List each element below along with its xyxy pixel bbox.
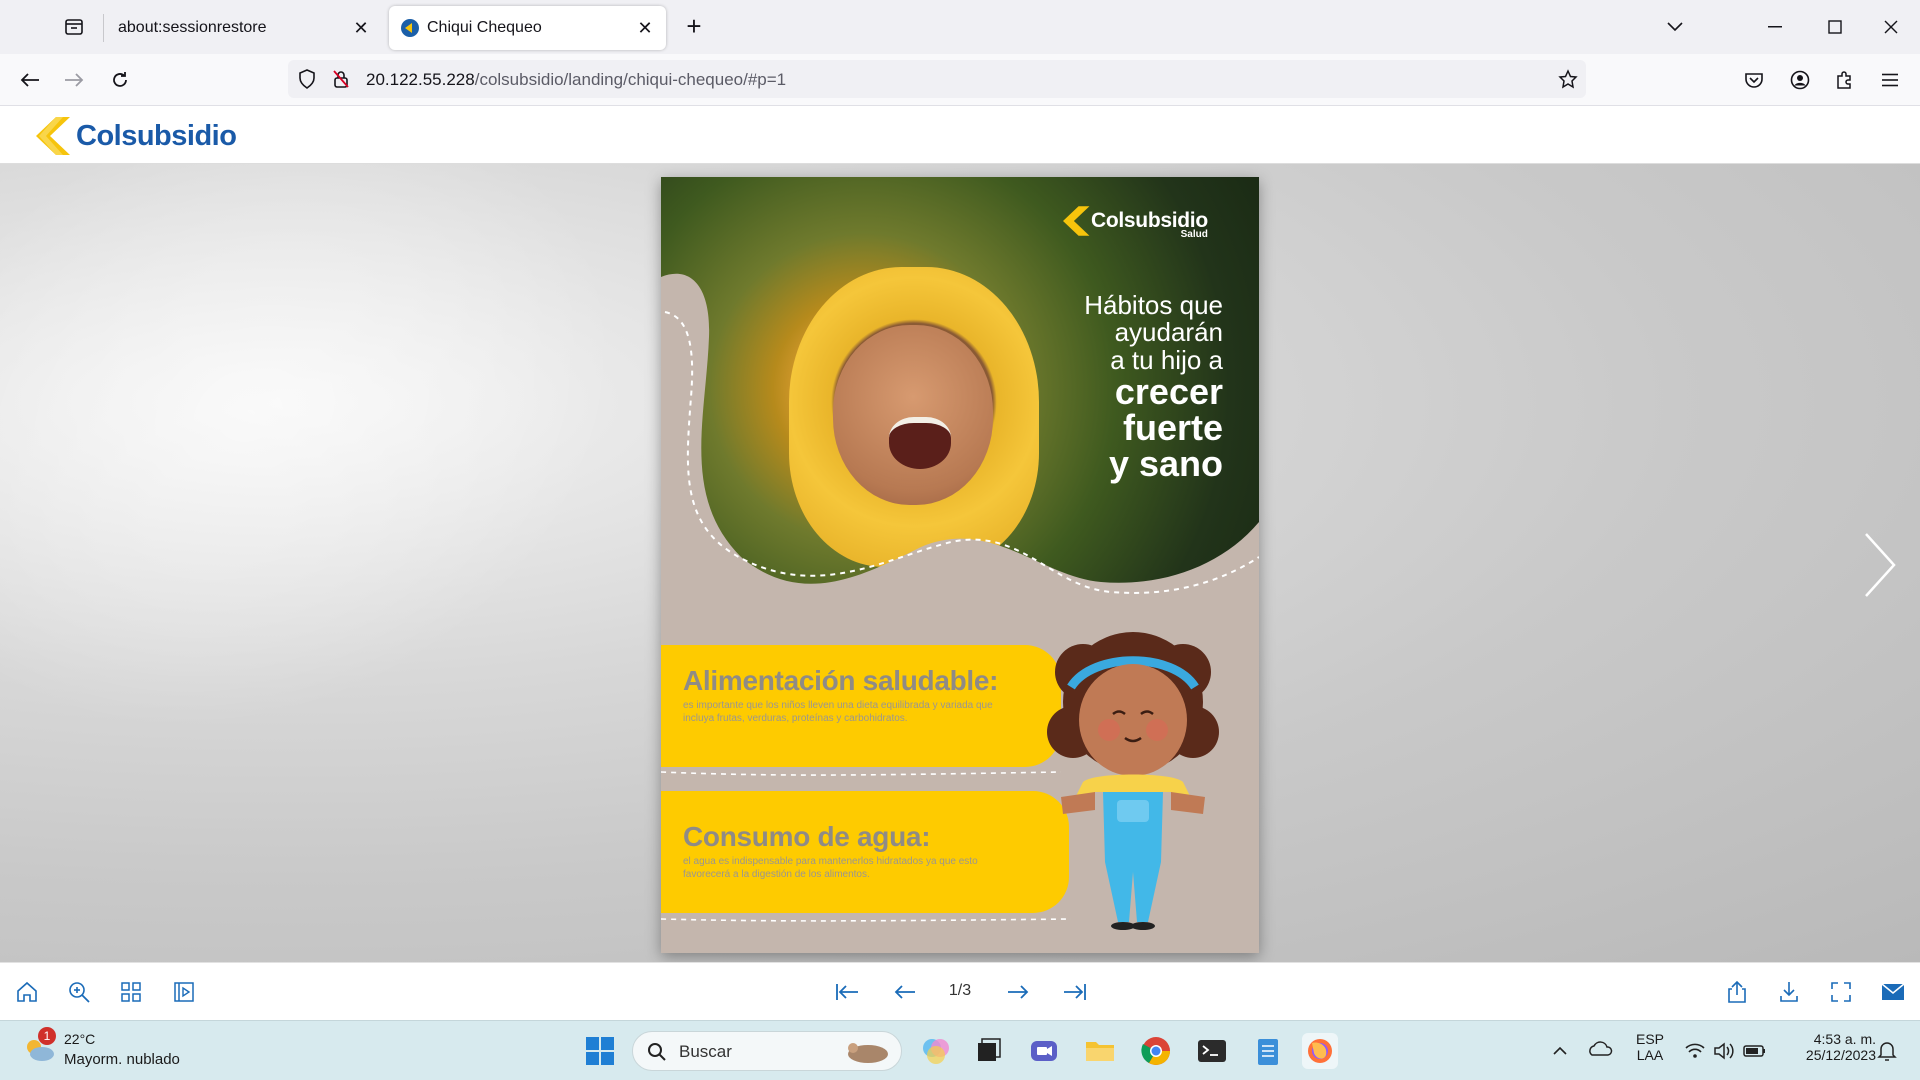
tab-separator (103, 14, 104, 42)
tab-chiqui-chequeo[interactable]: Chiqui Chequeo ✕ (389, 6, 666, 50)
wifi-icon[interactable] (1683, 1033, 1707, 1069)
lang-bottom: LAA (1636, 1047, 1664, 1063)
onedrive-icon[interactable] (1586, 1033, 1616, 1069)
clock[interactable]: 4:53 a. m. 25/12/2023 (1780, 1031, 1876, 1063)
close-icon[interactable]: ✕ (350, 17, 372, 39)
notepad-icon[interactable] (1250, 1033, 1286, 1069)
colsubsidio-logo-icon (36, 117, 70, 155)
minimize-icon[interactable] (1760, 12, 1790, 42)
new-tab-icon[interactable]: + (679, 12, 709, 42)
thumbnails-icon[interactable] (116, 977, 146, 1007)
url-bar[interactable]: 20.122.55.228/colsubsidio/landing/chiqui… (288, 60, 1586, 98)
weather-desc: Mayorm. nublado (64, 1051, 180, 1068)
reload-icon[interactable] (104, 64, 136, 96)
volume-icon[interactable] (1712, 1033, 1736, 1069)
home-icon[interactable] (12, 977, 42, 1007)
terminal-icon[interactable] (1194, 1033, 1230, 1069)
next-page-arrow-icon[interactable] (1860, 530, 1900, 600)
email-icon[interactable] (1878, 977, 1908, 1007)
window-close-icon[interactable] (1876, 12, 1906, 42)
colsubsidio-logo-icon (1063, 206, 1090, 236)
browser-nav-bar: 20.122.55.228/colsubsidio/landing/chiqui… (0, 54, 1920, 106)
headline-bold-line: fuerte (1122, 406, 1223, 448)
notification-bell-icon[interactable] (1876, 1033, 1900, 1069)
weather-temp: 22°C (64, 1031, 96, 1047)
flipbook-toolbar: 1/3 (0, 962, 1920, 1020)
copilot-preview-icon[interactable] (918, 1033, 954, 1069)
firefox-icon[interactable] (1302, 1033, 1338, 1069)
headline-bold-line: crecer (1114, 370, 1223, 412)
zoom-in-icon[interactable] (64, 977, 94, 1007)
file-explorer-icon[interactable] (1082, 1033, 1118, 1069)
headline-line: Hábitos que (1084, 290, 1223, 320)
box-title: Consumo de agua: (683, 821, 931, 852)
menu-icon[interactable] (1874, 64, 1906, 96)
forward-icon[interactable] (58, 64, 90, 96)
url-text[interactable]: 20.122.55.228/colsubsidio/landing/chiqui… (366, 70, 786, 90)
windows-start-icon[interactable] (582, 1033, 618, 1069)
extensions-icon[interactable] (1828, 64, 1860, 96)
language-indicator[interactable]: ESP LAA (1630, 1031, 1670, 1063)
browser-tab-bar: about:sessionrestore ✕ Chiqui Chequeo ✕ … (0, 0, 1920, 54)
back-icon[interactable] (14, 64, 46, 96)
box-title: Alimentación saludable: (683, 665, 999, 696)
fullscreen-icon[interactable] (1826, 977, 1856, 1007)
tab-list-icon[interactable] (56, 11, 92, 43)
close-icon[interactable]: ✕ (634, 17, 656, 39)
last-page-icon[interactable] (1060, 977, 1090, 1007)
account-icon[interactable] (1784, 64, 1816, 96)
page-indicator[interactable]: 1/3 (940, 982, 980, 1000)
headline-line: ayudarán (1114, 317, 1223, 348)
flipbook-viewer: Colsubsidio Salud Hábitos que ayudarán a… (0, 164, 1920, 962)
shield-icon[interactable] (298, 69, 316, 94)
slideshow-icon[interactable] (169, 977, 199, 1007)
girl-illustration (1047, 632, 1219, 930)
url-path: /colsubsidio/landing/chiqui-chequeo/#p=1 (474, 70, 787, 89)
chevron-up-icon[interactable] (1550, 1033, 1574, 1069)
page-logo-sub: Salud (1180, 229, 1208, 240)
tab-sessionrestore[interactable]: about:sessionrestore ✕ (106, 6, 382, 50)
prev-page-icon[interactable] (890, 977, 920, 1007)
tab-title: Chiqui Chequeo (427, 19, 542, 36)
taskbar-search[interactable]: Buscar (632, 1031, 902, 1071)
headline-line: a tu hijo a (1110, 344, 1223, 375)
chrome-icon[interactable] (1138, 1033, 1174, 1069)
clock-time: 4:53 a. m. (1813, 1031, 1876, 1047)
tab-title: about:sessionrestore (118, 19, 267, 36)
windows-taskbar: 1 22°C Mayorm. nublado Buscar ESP LAA 4:… (0, 1020, 1920, 1080)
page-logo: Colsubsidio Salud (1063, 205, 1208, 240)
maximize-icon[interactable] (1820, 12, 1850, 42)
star-icon[interactable] (1558, 69, 1578, 94)
battery-icon[interactable] (1742, 1033, 1768, 1069)
page-headline: Hábitos que ayudarán a tu hijo a crecer … (1084, 290, 1223, 484)
task-view-icon[interactable] (970, 1033, 1006, 1069)
headline-bold-line: y sano (1108, 442, 1223, 484)
download-icon[interactable] (1774, 977, 1804, 1007)
clock-date: 25/12/2023 (1805, 1047, 1876, 1063)
box-text: el agua es indispensable para mantenerlo… (683, 856, 978, 880)
water-intake-box: Consumo de agua: el agua es indispensabl… (661, 791, 1069, 913)
flipbook-page[interactable]: Colsubsidio Salud Hábitos que ayudarán a… (661, 177, 1259, 953)
lang-top: ESP (1635, 1031, 1664, 1047)
search-icon (648, 1043, 666, 1061)
teams-meet-icon[interactable] (1026, 1033, 1062, 1069)
colsubsidio-logo[interactable]: Colsubsidio (36, 116, 237, 156)
search-highlight-icon (848, 1043, 888, 1063)
search-label: Buscar (679, 1042, 732, 1061)
pocket-icon[interactable] (1738, 64, 1770, 96)
url-host: 20.122.55.228 (366, 70, 475, 89)
next-page-icon[interactable] (1003, 977, 1033, 1007)
first-page-icon[interactable] (832, 977, 862, 1007)
healthy-eating-box: Alimentación saludable: es importante qu… (661, 645, 1061, 767)
chevron-down-icon[interactable] (1660, 12, 1690, 42)
share-icon[interactable] (1722, 977, 1752, 1007)
colsubsidio-favicon-icon (401, 19, 419, 37)
weather-widget[interactable]: 1 22°C Mayorm. nublado (22, 1027, 202, 1073)
site-header: Colsubsidio (0, 106, 1920, 164)
box-text: es importante que los niños lleven una d… (683, 700, 993, 724)
notification-badge: 1 (38, 1027, 56, 1045)
insecure-lock-icon[interactable] (332, 69, 350, 94)
logo-text: Colsubsidio (76, 119, 237, 152)
